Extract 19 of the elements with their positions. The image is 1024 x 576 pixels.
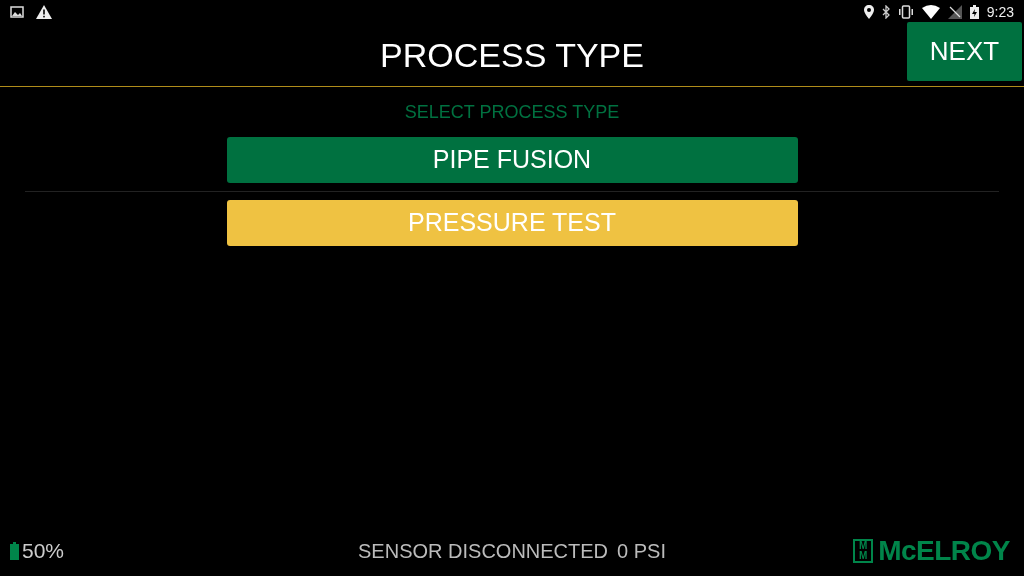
page-title: PROCESS TYPE [380, 34, 644, 76]
next-button[interactable]: NEXT [907, 22, 1022, 81]
logo-mark: M M [853, 539, 874, 563]
signal-icon [947, 5, 962, 19]
battery-percent: 50% [22, 538, 65, 565]
wifi-icon [921, 5, 940, 19]
logo-wordmark: McELROY [878, 534, 1010, 568]
warning-icon [36, 5, 52, 19]
battery-charging-icon [969, 5, 979, 19]
sensor-status: SENSOR DISCONNECTED [358, 539, 609, 564]
clock-time: 9:23 [986, 2, 1014, 22]
battery-icon [10, 542, 19, 560]
bluetooth-icon [881, 5, 890, 19]
process-option-button[interactable]: PIPE FUSION [226, 137, 798, 183]
pressure-reading: 0 PSI [617, 539, 666, 564]
image-icon [10, 6, 24, 18]
vibrate-icon [897, 5, 914, 19]
prompt-label: SELECT PROCESS TYPE [404, 101, 620, 124]
location-icon [863, 5, 874, 19]
